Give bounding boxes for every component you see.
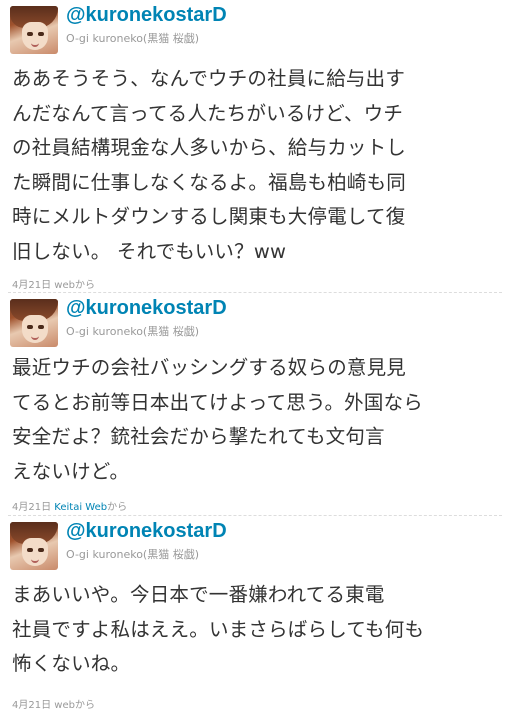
full-name: O-gi kuroneko(黒猫 桜戯) bbox=[66, 325, 200, 338]
source-suffix: から bbox=[107, 502, 128, 513]
tweet-line: えないけど。 bbox=[12, 459, 130, 483]
screen-name-link[interactable]: @kuronekostarD bbox=[66, 520, 227, 543]
tweet-line: んだなんて言ってる人たちがいるけど、ウチ bbox=[12, 101, 404, 125]
tweet-meta: 4月21日 Keitai Webから bbox=[12, 498, 127, 513]
user-avatar-icon[interactable] bbox=[10, 299, 58, 347]
tweet-text: ああそうそう、なんでウチの社員に給与出す んだなんて言ってる人たちがいるけど、ウ… bbox=[12, 62, 502, 269]
tweet-line: 最近ウチの会社バッシングする奴らの意見見 bbox=[12, 356, 407, 379]
tweet-line: ああそうそう、なんでウチの社員に給与出す bbox=[12, 67, 406, 90]
tweet-line: まあいいや。今日本で一番嫌われてる東電 bbox=[12, 583, 385, 606]
tweet-line: 時にメルトダウンするし関東も大停電して復 bbox=[12, 205, 406, 228]
source-link[interactable]: Keitai Web bbox=[54, 502, 107, 513]
tweet-text: まあいいや。今日本で一番嫌われてる東電 社員ですよ私はええ。いまさらばらしても何… bbox=[12, 578, 502, 682]
tweet-3: @kuronekostarD O-gi kuroneko(黒猫 桜戯) まあいい… bbox=[0, 516, 510, 725]
source-text: webから bbox=[54, 700, 95, 711]
full-name: O-gi kuroneko(黒猫 桜戯) bbox=[66, 548, 200, 561]
source-text: webから bbox=[54, 280, 95, 291]
screen-name-link[interactable]: @kuronekostarD bbox=[66, 297, 227, 320]
tweet-meta: 4月21日 webから bbox=[12, 696, 95, 711]
tweet-text: 最近ウチの会社バッシングする奴らの意見見 てるとお前等日本出てけよって思う。外国… bbox=[12, 351, 502, 489]
tweet-line: てるとお前等日本出てけよって思う。外国なら bbox=[12, 390, 423, 414]
tweet-line: 社員ですよ私はええ。いまさらばらしても何も bbox=[12, 617, 425, 641]
timestamp-link[interactable]: 4月21日 bbox=[12, 700, 51, 711]
tweet-line: の社員結構現金な人多いから、給与カットし bbox=[12, 136, 407, 159]
full-name: O-gi kuroneko(黒猫 桜戯) bbox=[66, 32, 200, 45]
tweet-meta: 4月21日 webから bbox=[12, 276, 95, 291]
timestamp-link[interactable]: 4月21日 bbox=[12, 280, 51, 291]
tweet-line: 旧しない。 それでもいい？ww bbox=[12, 239, 287, 263]
screen-name-link[interactable]: @kuronekostarD bbox=[66, 4, 227, 27]
tweet-line: 安全だよ？銃社会だから撃たれても文句言 bbox=[12, 425, 385, 448]
timestamp-link[interactable]: 4月21日 bbox=[12, 502, 51, 513]
tweet-2: @kuronekostarD O-gi kuroneko(黒猫 桜戯) 最近ウチ… bbox=[0, 293, 510, 513]
tweet-1: @kuronekostarD O-gi kuroneko(黒猫 桜戯) ああそう… bbox=[0, 0, 510, 291]
user-avatar-icon[interactable] bbox=[10, 522, 58, 570]
user-avatar-icon[interactable] bbox=[10, 6, 58, 54]
tweet-line: 怖くないね。 bbox=[12, 652, 131, 675]
tweet-line: た瞬間に仕事しなくなるよ。福島も柏崎も同 bbox=[12, 170, 407, 194]
